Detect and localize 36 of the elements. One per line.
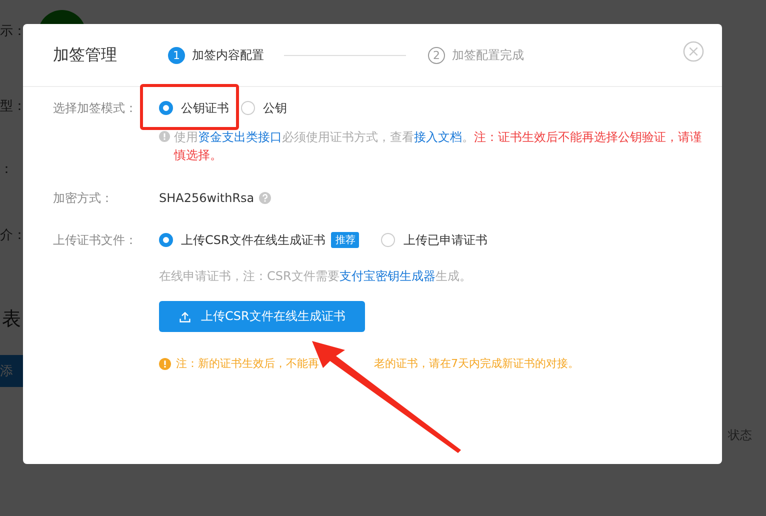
dialog-title: 加签管理 (53, 44, 118, 66)
step-label: 加签配置完成 (452, 46, 524, 64)
upload-button[interactable]: 上传CSR文件在线生成证书 (159, 301, 366, 332)
field-label: ： (0, 161, 13, 179)
radio-button[interactable] (241, 101, 255, 115)
doc-link[interactable]: 资金支出类接口 (198, 130, 282, 144)
warning-icon (159, 358, 171, 370)
section-title: 表 (2, 307, 21, 332)
radio-label[interactable]: 公钥 (263, 100, 287, 116)
mode-note: 使用资金支出类接口必须使用证书方式，查看接入文档。注：证书生效后不能再选择公钥验证，请谨慎选择。 (174, 129, 702, 164)
upload-icon (179, 310, 191, 322)
radio-label[interactable]: 上传CSR文件在线生成证书 (181, 232, 326, 248)
radio-button[interactable] (159, 233, 173, 247)
radio-button[interactable] (381, 233, 396, 247)
radio-button[interactable] (159, 101, 173, 115)
field-label: 示： (0, 23, 26, 41)
warning-text: 老的证书，请在7天内完成新证书的对接。 (374, 356, 579, 371)
field-label: 介： (0, 227, 26, 245)
info-icon (159, 131, 170, 142)
field-label: 选择加签模式： (53, 100, 138, 116)
field-label: 型： (0, 98, 26, 116)
recommend-badge: 推荐 (331, 232, 360, 248)
encryption-value: SHA256withRsa (159, 191, 254, 205)
radio-label[interactable]: 公钥证书 (181, 100, 229, 116)
field-label: 加密方式： (53, 190, 114, 206)
help-icon[interactable] (259, 192, 272, 204)
radio-label[interactable]: 上传已申请证书 (403, 232, 488, 248)
step-number: 2 (428, 46, 445, 64)
doc-link[interactable]: 接入文档 (414, 130, 462, 144)
step-label: 加签内容配置 (192, 46, 264, 64)
close-icon[interactable] (683, 40, 704, 62)
generator-link[interactable]: 支付宝密钥生成器 (339, 269, 436, 283)
upload-note: 在线申请证书，注：CSR文件需要支付宝密钥生成器生成。 (159, 268, 472, 285)
step-number: 1 (168, 46, 185, 64)
warning-text: 注：新的证书生效后，不能再 (176, 356, 319, 371)
field-label: 上传证书文件： (53, 232, 138, 248)
